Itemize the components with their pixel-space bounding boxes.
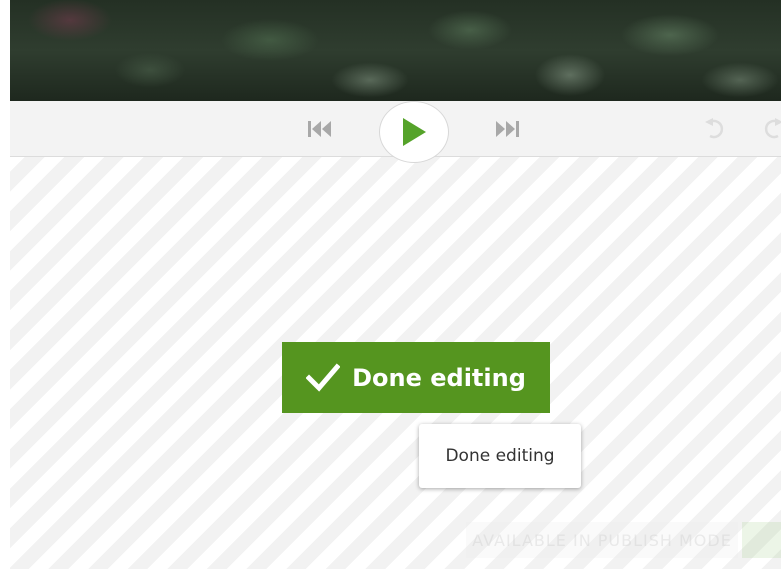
undo-icon <box>705 118 724 139</box>
play-icon <box>403 118 426 146</box>
playback-toolbar <box>10 101 781 163</box>
done-editing-label: Done editing <box>352 363 526 392</box>
undo-button[interactable] <box>702 116 728 142</box>
tooltip-text: Done editing <box>445 446 555 466</box>
video-preview <box>10 0 781 101</box>
done-editing-button[interactable]: Done editing <box>282 342 550 413</box>
watermark-text: AVAILABLE IN PUBLISH MODE <box>472 530 732 550</box>
publish-mode-watermark: AVAILABLE IN PUBLISH MODE <box>466 522 738 558</box>
video-editor: Done editing Done editing AVAILABLE IN P… <box>0 0 781 569</box>
skip-forward-icon <box>496 121 519 137</box>
done-editing-tooltip: Done editing <box>419 424 581 488</box>
watermark-side-badge <box>742 522 781 558</box>
skip-back-icon <box>308 121 331 137</box>
skip-forward-button[interactable] <box>488 117 528 141</box>
left-edge <box>0 0 10 569</box>
checkmark-icon <box>306 362 341 393</box>
play-button[interactable] <box>379 101 449 163</box>
redo-button[interactable] <box>760 116 781 142</box>
redo-icon <box>764 118 781 139</box>
skip-back-button[interactable] <box>302 117 342 141</box>
